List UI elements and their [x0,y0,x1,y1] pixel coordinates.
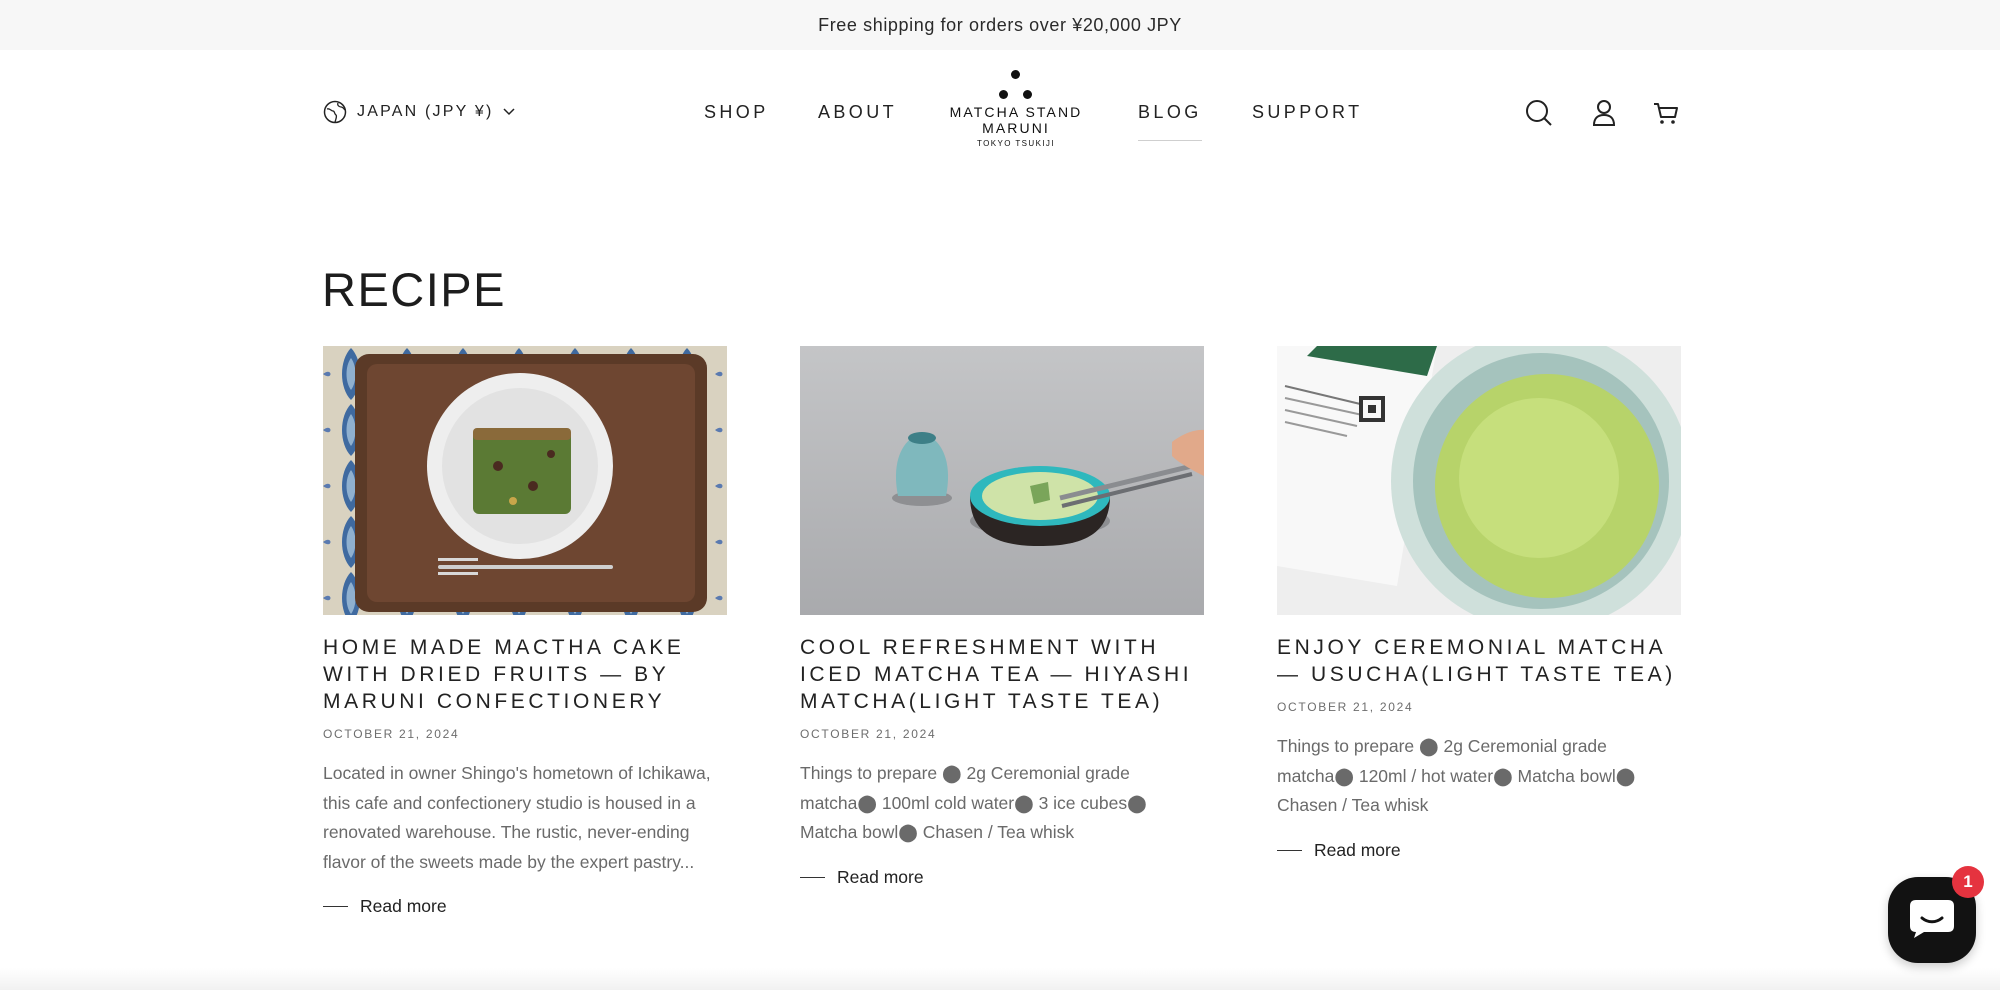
article-image-usucha[interactable] [1277,346,1681,615]
cart-icon[interactable] [1651,98,1681,128]
read-more-link[interactable]: Read more [800,867,1204,888]
article-title[interactable]: ENJOY CEREMONIAL MATCHA — USUCHA(LIGHT T… [1277,634,1681,688]
account-icon[interactable] [1589,98,1619,128]
globe-icon [323,100,347,124]
country-selector[interactable]: JAPAN (JPY ¥) [323,100,516,124]
dash-icon [323,906,348,907]
read-more-label: Read more [360,896,447,916]
article-card: ENJOY CEREMONIAL MATCHA — USUCHA(LIGHT T… [1277,346,1681,861]
read-more-link[interactable]: Read more [323,896,727,917]
nav-blog[interactable]: BLOG [1138,102,1202,141]
article-excerpt: Located in owner Shingo's hometown of Ic… [323,763,711,872]
footer-edge [0,968,2000,990]
article-date: OCTOBER 21, 2024 [800,727,937,741]
nav-support[interactable]: SUPPORT [1252,102,1363,123]
article-image-iced-matcha[interactable] [800,346,1204,615]
article-title[interactable]: HOME MADE MACTHA CAKE WITH DRIED FRUITS … [323,634,727,715]
announcement-bar: Free shipping for orders over ¥20,000 JP… [0,0,2000,50]
search-icon[interactable] [1524,98,1554,128]
announcement-text: Free shipping for orders over ¥20,000 JP… [818,14,1182,35]
dash-icon [1277,849,1302,851]
logo-dots-icon [944,70,1088,104]
nav-shop[interactable]: SHOP [704,102,769,123]
nav-about[interactable]: ABOUT [818,102,897,123]
article-excerpt: Things to prepare ⬤ 2g Ceremonial grade … [1277,736,1636,815]
logo-line-2: MARUNI [982,120,1050,136]
read-more-link[interactable]: Read more [1277,840,1681,861]
country-selector-label: JAPAN (JPY ¥) [357,103,494,120]
article-date: OCTOBER 21, 2024 [323,727,460,741]
article-title[interactable]: COOL REFRESHMENT WITH ICED MATCHA TEA — … [800,634,1204,715]
article-image-matcha-cake[interactable] [323,346,727,615]
read-more-label: Read more [837,866,924,887]
article-date: OCTOBER 21, 2024 [1277,700,1414,714]
read-more-label: Read more [1314,839,1401,860]
chat-bubble-icon [1908,896,1956,945]
site-logo[interactable]: MATCHA STAND MARUNI TOKYO TSUKIJI [944,70,1088,165]
article-excerpt: Things to prepare ⬤ 2g Ceremonial grade … [800,763,1147,842]
article-card: HOME MADE MACTHA CAKE WITH DRIED FRUITS … [323,346,727,917]
site-header: JAPAN (JPY ¥) SHOP ABOUT MATCHA STAND MA… [0,50,2000,175]
article-card: COOL REFRESHMENT WITH ICED MATCHA TEA — … [800,346,1204,888]
logo-line-3: TOKYO TSUKIJI [977,139,1055,148]
page-title: RECIPE [322,263,506,316]
logo-line-1: MATCHA STAND [949,104,1083,120]
chevron-down-icon [503,108,516,116]
dash-icon [800,876,825,878]
chat-notification-badge: 1 [1952,866,1984,898]
